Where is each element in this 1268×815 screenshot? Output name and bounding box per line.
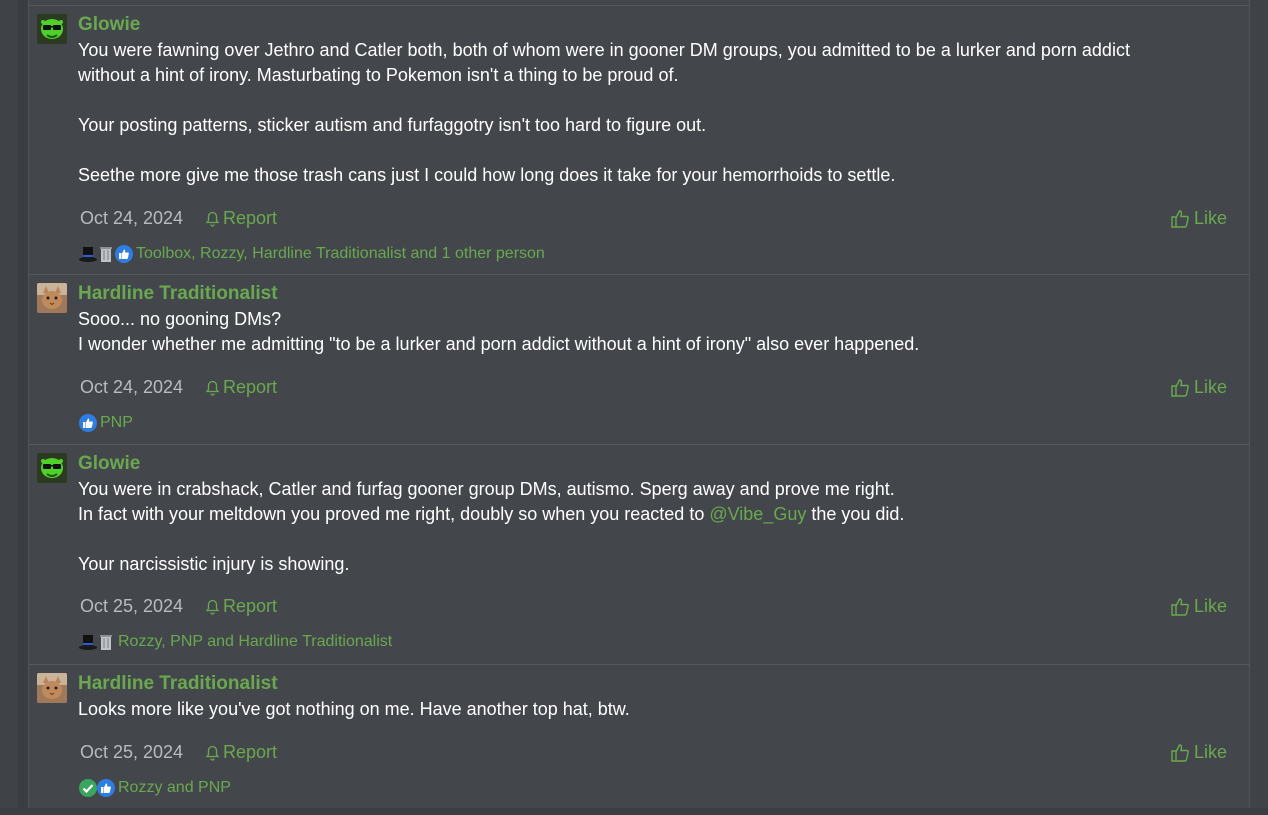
trash-can-icon [96, 244, 116, 264]
user-mention-link[interactable]: @Vibe_Guy [709, 504, 806, 524]
post-date[interactable]: Oct 25, 2024 [80, 596, 183, 617]
thumbs-up-icon [78, 413, 98, 433]
post-author[interactable]: Hardline Traditionalist [78, 665, 1237, 695]
post: Hardline Traditionalist Sooo... no gooni… [29, 275, 1249, 445]
post: Glowie You were in crabshack, Catler and… [29, 445, 1249, 665]
post-author[interactable]: Hardline Traditionalist [78, 275, 1237, 305]
bell-icon [205, 211, 220, 227]
message-line: Sooo... no gooning DMs? [78, 309, 282, 329]
post-author[interactable]: Glowie [78, 6, 1237, 36]
report-label: Report [223, 596, 278, 616]
post-message: You were fawning over Jethro and Catler … [78, 38, 1237, 188]
bell-icon [205, 745, 220, 761]
message-line: I wonder whether me admitting "to be a l… [78, 334, 920, 354]
bell-icon [205, 380, 220, 396]
post-author[interactable]: Glowie [78, 445, 1237, 475]
message-line: Looks more like you've got nothing on me… [78, 699, 630, 719]
like-label: Like [1193, 208, 1227, 228]
thumbs-up-outline-icon [1171, 744, 1189, 762]
post-date[interactable]: Oct 24, 2024 [80, 208, 183, 229]
message-line: Your posting patterns, sticker autism an… [78, 115, 707, 135]
cat-photo-avatar-icon [37, 673, 67, 703]
message-line: You were in crabshack, Catler and furfag… [78, 479, 895, 499]
report-label: Report [223, 208, 278, 228]
message-line: without a hint of irony. Masturbating to… [78, 65, 679, 85]
post-footer: Oct 25, 2024 Report Like [78, 742, 1237, 764]
report-button[interactable]: Report [205, 377, 277, 398]
message-line: Your narcissistic injury is showing. [78, 554, 350, 574]
reactions-bar[interactable]: Rozzy and PNP [78, 778, 1237, 798]
thread-container: Glowie You were fawning over Jethro and … [28, 0, 1250, 808]
trash-can-icon [96, 632, 116, 652]
like-label: Like [1193, 377, 1227, 397]
like-button[interactable]: Like [1170, 377, 1227, 398]
report-button[interactable]: Report [205, 596, 277, 617]
cat-photo-avatar-icon [37, 283, 67, 313]
post-message: You were in crabshack, Catler and furfag… [78, 477, 1237, 577]
post-footer: Oct 25, 2024 Report Like [78, 596, 1237, 618]
post-footer: Oct 24, 2024 Report Like [78, 208, 1237, 230]
avatar[interactable] [37, 14, 67, 44]
avatar[interactable] [37, 673, 67, 703]
post: Glowie You were fawning over Jethro and … [29, 6, 1249, 275]
green-alien-glasses-avatar-icon [37, 14, 67, 44]
reactions-bar[interactable]: Toolbox, Rozzy, Hardline Traditionalist … [78, 244, 1237, 264]
thumbs-up-outline-icon [1171, 598, 1189, 616]
like-button[interactable]: Like [1170, 208, 1227, 229]
thumbs-up-outline-icon [1171, 379, 1189, 397]
message-line: You were fawning over Jethro and Catler … [78, 40, 1130, 60]
post-date[interactable]: Oct 25, 2024 [80, 742, 183, 763]
report-button[interactable]: Report [205, 742, 277, 763]
reactions-list[interactable]: Toolbox, Rozzy, Hardline Traditionalist … [136, 245, 545, 263]
report-label: Report [223, 377, 278, 397]
thumbs-up-icon [96, 778, 116, 798]
bell-icon [205, 599, 220, 615]
reactions-list[interactable]: Rozzy and PNP [118, 779, 231, 797]
top-hat-icon [78, 244, 98, 264]
post-message: Looks more like you've got nothing on me… [78, 697, 1237, 722]
reactions-bar[interactable]: Rozzy, PNP and Hardline Traditionalist [78, 632, 1237, 652]
reactions-bar[interactable]: PNP [78, 413, 1237, 433]
green-alien-glasses-avatar-icon [37, 453, 67, 483]
message-line: Seethe more give me those trash cans jus… [78, 165, 896, 185]
avatar[interactable] [37, 283, 67, 313]
thumbs-up-outline-icon [1171, 210, 1189, 228]
post-footer: Oct 24, 2024 Report Like [78, 377, 1237, 399]
message-line: In fact with your meltdown you proved me… [78, 504, 905, 524]
forum-page: Glowie You were fawning over Jethro and … [0, 0, 1268, 808]
right-gutter [1248, 0, 1268, 808]
report-button[interactable]: Report [205, 208, 277, 229]
check-badge-icon [78, 778, 98, 798]
post-date[interactable]: Oct 24, 2024 [80, 377, 183, 398]
post-message: Sooo... no gooning DMs? I wonder whether… [78, 307, 1237, 357]
like-label: Like [1193, 742, 1227, 762]
reactions-list[interactable]: Rozzy, PNP and Hardline Traditionalist [118, 633, 392, 651]
post: Hardline Traditionalist Looks more like … [29, 665, 1249, 815]
reactions-list[interactable]: PNP [100, 414, 133, 432]
avatar[interactable] [37, 453, 67, 483]
like-button[interactable]: Like [1170, 742, 1227, 763]
left-gutter [0, 0, 18, 808]
like-label: Like [1193, 596, 1227, 616]
thumbs-up-icon [114, 244, 134, 264]
like-button[interactable]: Like [1170, 596, 1227, 617]
report-label: Report [223, 742, 278, 762]
top-hat-icon [78, 632, 98, 652]
